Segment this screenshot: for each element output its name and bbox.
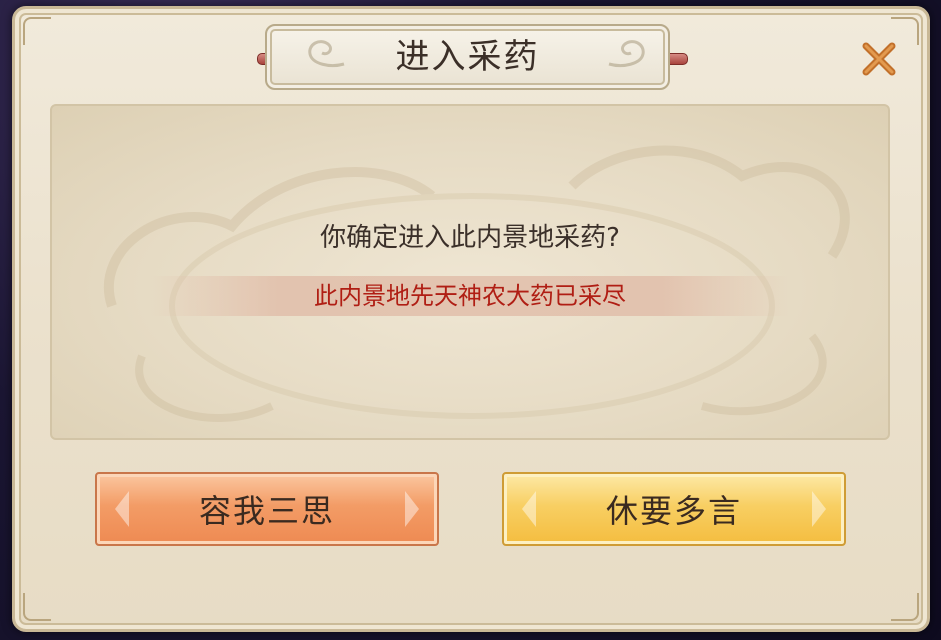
arrow-right-icon: [812, 491, 826, 527]
corner-ornament: [23, 593, 51, 621]
arrow-left-icon: [522, 491, 536, 527]
content-panel: [50, 104, 890, 440]
close-button[interactable]: [856, 36, 902, 82]
corner-ornament: [23, 17, 51, 45]
cancel-button-label: 容我三思: [198, 492, 335, 530]
warning-text: 此内景地先天神农大药已采尽: [314, 282, 626, 310]
dialog-title: 进入采药: [395, 37, 540, 77]
cloud-pattern-icon: [104, 145, 850, 422]
confirm-button[interactable]: 休要多言: [502, 472, 846, 546]
arrow-left-icon: [115, 491, 129, 527]
corner-ornament: [891, 593, 919, 621]
confirm-button-label: 休要多言: [605, 492, 742, 530]
close-x-icon: [862, 42, 896, 76]
arrow-right-icon: [405, 491, 419, 527]
cancel-button[interactable]: 容我三思: [95, 472, 439, 546]
confirm-question: 你确定进入此内景地采药?: [320, 223, 620, 253]
